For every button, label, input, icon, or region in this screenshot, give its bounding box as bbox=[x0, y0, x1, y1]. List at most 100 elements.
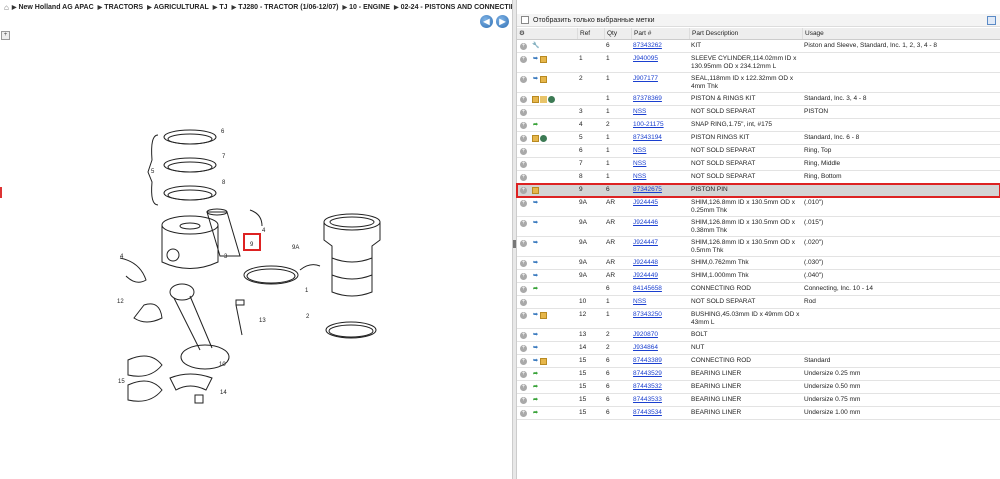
part-number-link[interactable]: J940095 bbox=[631, 53, 689, 63]
table-row[interactable]: + ➥ 2 1 J907177 SEAL,118mm ID x 122.32mm OD x… bbox=[517, 73, 1000, 93]
part-number-link[interactable]: J924445 bbox=[631, 197, 689, 207]
part-number-link[interactable]: NSS bbox=[631, 171, 689, 181]
table-row[interactable]: +8 1 NSS NOT SOLD SEPARAT Ring, Bottom bbox=[517, 171, 1000, 184]
table-row[interactable]: + ➥ 9A AR J924447 SHIM,126.8mm ID x 130.5mm O… bbox=[517, 237, 1000, 257]
info-arrow-icon[interactable]: ➥ bbox=[532, 240, 539, 247]
info-arrow-icon[interactable]: ➥ bbox=[532, 345, 539, 352]
expand-icon[interactable]: + bbox=[520, 260, 527, 267]
callout-label[interactable]: 6 bbox=[221, 129, 225, 135]
package-icon[interactable] bbox=[532, 187, 539, 194]
expand-icon[interactable]: + bbox=[520, 220, 527, 227]
callout-label[interactable]: 4 bbox=[262, 228, 266, 234]
table-row[interactable]: + ➥ 9A AR J924445 SHIM,126.8mm ID x 130.5mm O… bbox=[517, 197, 1000, 217]
expand-icon[interactable]: + bbox=[520, 122, 527, 129]
table-row[interactable]: + ➥ 9A AR J924446 SHIM,126.8mm ID x 130.5mm O… bbox=[517, 217, 1000, 237]
callout-label[interactable]: 15 bbox=[118, 379, 125, 385]
callout-label[interactable]: 2 bbox=[306, 314, 310, 320]
expand-icon[interactable]: + bbox=[520, 200, 527, 207]
table-row[interactable]: + ➥ 9A AR J924448 SHIM,0.762mm Thk (.030") bbox=[517, 257, 1000, 270]
table-row[interactable]: + ➥ 12 1 87343250 BUSHING,45.03mm ID x 49mm O… bbox=[517, 309, 1000, 329]
part-number-link[interactable]: 84145658 bbox=[631, 283, 689, 293]
part-number-link[interactable]: J924446 bbox=[631, 217, 689, 227]
table-row[interactable]: + ➦ 15 6 87443532 BEARING LINER Undersize 0.50… bbox=[517, 381, 1000, 394]
info-arrow-icon[interactable]: ➥ bbox=[532, 200, 539, 207]
part-number-link[interactable]: J924447 bbox=[631, 237, 689, 247]
globe-icon[interactable] bbox=[540, 135, 547, 142]
package-icon[interactable] bbox=[540, 76, 547, 83]
table-row[interactable]: + 🔧 6 87343262 KIT Piston and Sleeve, Standar… bbox=[517, 40, 1000, 53]
expand-icon[interactable]: + bbox=[520, 96, 527, 103]
callout-label[interactable]: 9A bbox=[292, 245, 299, 251]
expand-icon[interactable]: + bbox=[520, 240, 527, 247]
callout-label[interactable]: 8 bbox=[222, 180, 226, 186]
table-row[interactable]: + ➥ 13 2 J920870 BOLT bbox=[517, 329, 1000, 342]
replacement-arrow-icon[interactable]: ➦ bbox=[532, 122, 539, 129]
callout-label[interactable]: 13 bbox=[259, 318, 266, 324]
part-number-link[interactable]: 87443532 bbox=[631, 381, 689, 391]
table-row[interactable]: + ➦ 15 6 87443533 BEARING LINER Undersize 0.75… bbox=[517, 394, 1000, 407]
expand-icon[interactable]: + bbox=[520, 148, 527, 155]
info-arrow-icon[interactable]: ➥ bbox=[532, 76, 539, 83]
table-row[interactable]: + ➥ 1 1 J940095 SLEEVE CYLINDER,114.02mm ID x… bbox=[517, 53, 1000, 73]
info-arrow-icon[interactable]: ➥ bbox=[532, 332, 539, 339]
part-number-link[interactable]: J934864 bbox=[631, 342, 689, 352]
callout-label[interactable]: 14 bbox=[220, 390, 227, 396]
column-part-number[interactable]: Part # bbox=[631, 28, 689, 39]
package-icon[interactable] bbox=[532, 135, 539, 142]
part-number-link[interactable]: 87343262 bbox=[631, 40, 689, 50]
callout-label[interactable]: 10 bbox=[219, 362, 226, 368]
table-row[interactable]: +7 1 NSS NOT SOLD SEPARAT Ring, Middle bbox=[517, 158, 1000, 171]
package-icon[interactable] bbox=[540, 56, 547, 63]
expand-icon[interactable]: + bbox=[520, 135, 527, 142]
expand-icon[interactable]: + bbox=[520, 332, 527, 339]
selected-part-highlight[interactable] bbox=[243, 233, 261, 251]
expand-icon[interactable]: + bbox=[520, 56, 527, 63]
replacement-arrow-icon[interactable]: ➦ bbox=[532, 384, 539, 391]
expand-icon[interactable]: + bbox=[520, 286, 527, 293]
replacement-arrow-icon[interactable]: ➦ bbox=[532, 397, 539, 404]
info-arrow-icon[interactable]: ➥ bbox=[532, 220, 539, 227]
callout-label[interactable]: 12 bbox=[117, 299, 124, 305]
expand-icon[interactable]: + bbox=[520, 161, 527, 168]
package-icon[interactable] bbox=[540, 358, 547, 365]
print-icon[interactable] bbox=[987, 16, 996, 25]
table-row[interactable]: +6 1 NSS NOT SOLD SEPARAT Ring, Top bbox=[517, 145, 1000, 158]
table-row[interactable]: + ➦ 15 6 87443529 BEARING LINER Undersize 0.25… bbox=[517, 368, 1000, 381]
column-usage[interactable]: Usage bbox=[802, 28, 1000, 39]
expand-icon[interactable]: + bbox=[520, 187, 527, 194]
expand-icon[interactable]: + bbox=[520, 371, 527, 378]
table-row[interactable]: +1 87378369 PISTON & RINGS KIT Standard, In… bbox=[517, 93, 1000, 106]
info-arrow-icon[interactable]: ➥ bbox=[532, 260, 539, 267]
replacement-arrow-icon[interactable]: ➦ bbox=[532, 410, 539, 417]
column-qty[interactable]: Qty bbox=[604, 28, 631, 39]
expand-icon[interactable]: + bbox=[520, 109, 527, 116]
table-row[interactable]: + ➥ 15 6 87443389 CONNECTING ROD Standard bbox=[517, 355, 1000, 368]
part-number-link[interactable]: J924448 bbox=[631, 257, 689, 267]
expand-icon[interactable]: + bbox=[520, 312, 527, 319]
callout-label[interactable]: 3 bbox=[224, 254, 228, 260]
part-number-link[interactable]: 87443529 bbox=[631, 368, 689, 378]
expand-icon[interactable]: + bbox=[520, 345, 527, 352]
table-row[interactable]: +3 1 NSS NOT SOLD SEPARAT PISTON bbox=[517, 106, 1000, 119]
show-selected-checkbox[interactable] bbox=[521, 16, 529, 24]
table-row[interactable]: + ➦ 4 2 100-21175 SNAP RING,1.75", int, #175 bbox=[517, 119, 1000, 132]
table-row[interactable]: + ➦ 6 84145658 CONNECTING ROD Connecting, Inc… bbox=[517, 283, 1000, 296]
callout-label[interactable]: 5 bbox=[151, 169, 155, 175]
part-number-link[interactable]: NSS bbox=[631, 158, 689, 168]
part-number-link[interactable]: 87343250 bbox=[631, 309, 689, 319]
table-row[interactable]: + ➦ 15 6 87443534 BEARING LINER Undersize 1.00… bbox=[517, 407, 1000, 420]
expand-icon[interactable]: + bbox=[520, 410, 527, 417]
column-ref[interactable]: Ref bbox=[577, 28, 604, 39]
info-arrow-icon[interactable]: ➥ bbox=[532, 56, 539, 63]
column-description[interactable]: Part Description bbox=[689, 28, 802, 39]
table-row[interactable]: +5 1 87343194 PISTON RINGS KIT Standard, Inc… bbox=[517, 132, 1000, 145]
part-number-link[interactable]: J924449 bbox=[631, 270, 689, 280]
package-icon[interactable] bbox=[532, 96, 539, 103]
replacement-arrow-icon[interactable]: ➦ bbox=[532, 286, 539, 293]
expand-icon[interactable]: + bbox=[520, 397, 527, 404]
expand-icon[interactable]: + bbox=[520, 299, 527, 306]
globe-icon[interactable] bbox=[548, 96, 555, 103]
callout-label[interactable]: 7 bbox=[222, 154, 226, 160]
part-number-link[interactable]: 87343194 bbox=[631, 132, 689, 142]
part-number-link[interactable]: J907177 bbox=[631, 73, 689, 83]
